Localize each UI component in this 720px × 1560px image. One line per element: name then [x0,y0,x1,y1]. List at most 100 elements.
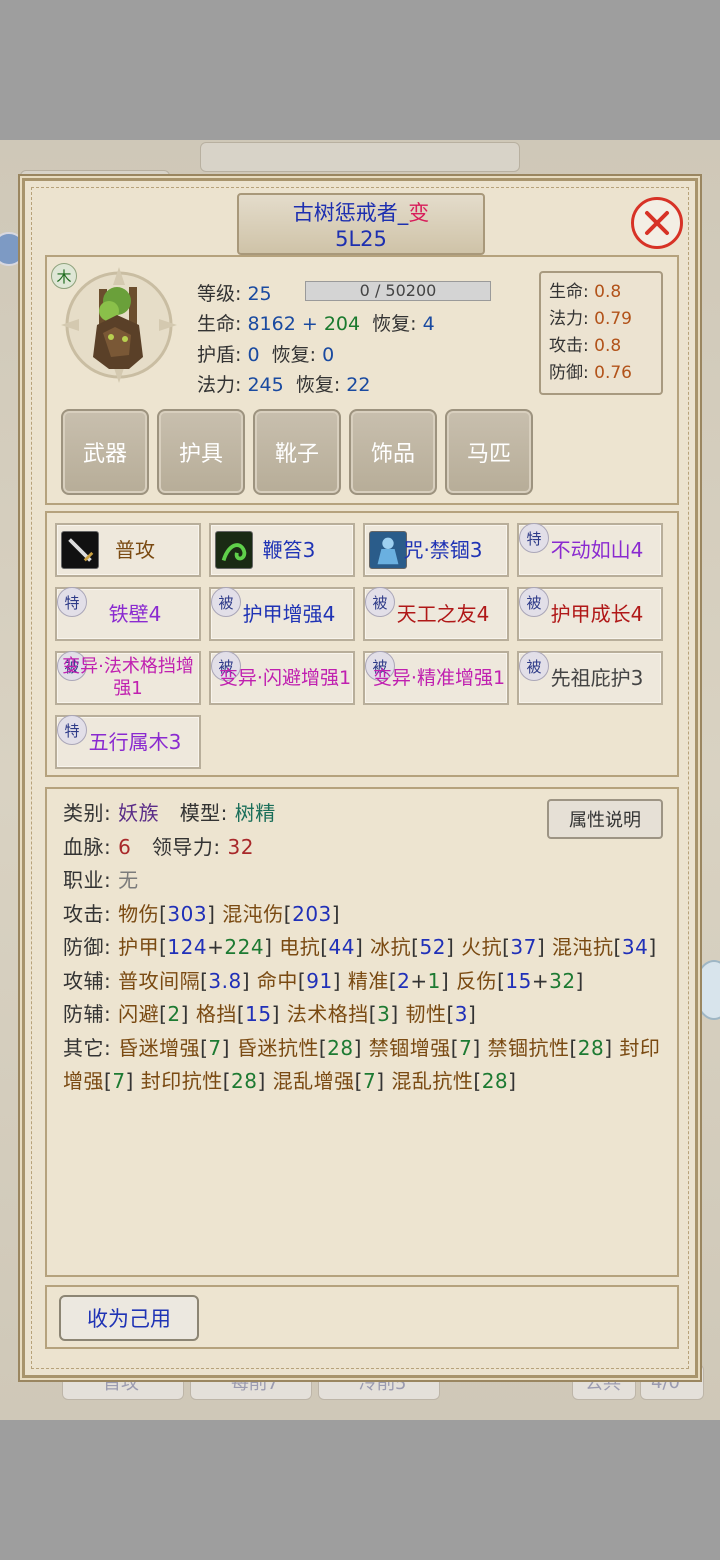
ratio-label: 防御: [549,363,589,383]
skill-label: 天工之友4 [396,602,490,626]
attr-line-defense: 防御: 护甲[124+224] 电抗[44] 冰抗[52] 火抗[37] 混沌抗… [63,935,657,959]
leadership-label: 领导力: [151,834,221,859]
skill-tag-badge: 特 [57,587,87,617]
attributes-box: 属性说明 类别: 妖族 模型: 树精 血脉: 6 领导力: 32 职业: 无 攻… [45,787,679,1277]
hp-regen-value: 4 [422,313,435,335]
exp-bar: 0 / 50200 [305,281,491,301]
skill-label: 鞭笞3 [262,538,316,562]
ratio-value: 0.76 [594,363,632,383]
skill-slot[interactable]: 被 变异·闪避增强1 [209,651,355,705]
equip-slot-armor[interactable]: 护具 [157,409,245,495]
job-value: 无 [118,868,139,892]
skill-slot[interactable]: 鞭笞3 [209,523,355,577]
ratio-value: 0.8 [594,282,622,302]
skill-slot[interactable]: 被 护甲增强4 [209,587,355,641]
skill-slot[interactable]: 特 铁壁4 [55,587,201,641]
hp-regen-label: 恢复: [372,313,417,335]
assist-attack-label: 攻辅: [63,968,112,993]
ratio-label: 法力: [549,309,589,329]
other-label: 其它: [63,1035,112,1060]
skill-slot[interactable]: 特 五行属木3 [55,715,201,769]
pet-portrait[interactable] [59,265,179,385]
skill-label: 不动如山4 [550,538,644,562]
skill-label: 先祖庇护3 [550,666,644,690]
ratio-label: 生命: [549,282,589,302]
shield-regen-label: 恢复: [271,344,317,366]
skill-slot[interactable]: 被 变异·法术格挡增强1 [55,651,201,705]
shield-regen-value: 0 [322,344,335,366]
shield-row: 护盾: 0 恢复: 0 [197,340,334,367]
job-label: 职业: [63,868,112,892]
attr-line-job: 职业: 无 [63,864,667,898]
growth-ratio-box: 生命: 0.8 法力: 0.79 攻击: 0.8 防御: 0.76 [539,271,663,395]
pet-level-code: 5L25 [335,227,387,251]
level-value: 25 [247,283,272,305]
defense-label: 防御: [63,935,112,959]
attributes-text: 类别: 妖族 模型: 树精 血脉: 6 领导力: 32 职业: 无 攻击: 物伤… [63,797,667,1099]
pet-name: 古树惩戒者_变 [239,199,483,227]
tree-monster-icon [61,267,177,383]
level-label: 等级: [197,283,242,305]
hp-base: 8162 [247,313,296,335]
attr-line-assist-defense: 防辅: 闪避[2] 格挡[15] 法术格挡[3] 韧性[3] [63,1002,477,1026]
sword-icon [61,531,99,569]
skill-label: 变异·法术格挡增强1 [62,656,194,699]
equip-slot-mount[interactable]: 马匹 [445,409,533,495]
level-row: 等级: 25 [197,279,272,306]
mp-value: 245 [247,374,284,396]
skill-slot[interactable]: 被 护甲成长4 [517,587,663,641]
mp-row: 法力: 245 恢复: 22 [197,370,370,397]
pet-name-text: 古树惩戒者_ [292,201,409,225]
vine-whip-icon [215,531,253,569]
hp-bonus: 204 [323,313,361,335]
skill-label: 护甲增强4 [242,602,336,626]
hp-row: 生命: 8162 + 204 恢复: 4 [197,309,435,336]
shield-label: 护盾: [197,344,242,366]
skill-label: 普攻 [115,538,155,562]
attr-line-category: 类别: 妖族 模型: 树精 [63,797,667,831]
skill-slot[interactable]: 被 先祖庇护3 [517,651,663,705]
close-button[interactable] [631,197,683,249]
attr-line-bloodline: 血脉: 6 领导力: 32 [63,831,667,865]
attr-line-assist-attack: 攻辅: 普攻间隔[3.8] 命中[91] 精准[2+1] 反伤[15+32] [63,968,584,993]
hp-plus: + [295,313,324,335]
ratio-label: 攻击: [549,336,589,356]
bloodline-label: 血脉: [63,834,112,859]
skill-label: 变异·精准增强1 [372,667,506,689]
pet-detail-panel: 古树惩戒者_变 5L25 木 等级: 25 0 / 50200 生命: 8162… [22,178,698,1378]
skill-slot[interactable]: 被 变异·精准增强1 [363,651,509,705]
bg-tab [200,142,520,172]
skill-slot[interactable]: 被 天工之友4 [363,587,509,641]
bloodline-value: 6 [118,834,132,859]
equip-slot-accessory[interactable]: 饰品 [349,409,437,495]
skill-slot[interactable]: 咒·禁锢3 [363,523,509,577]
leadership-value: 32 [227,834,254,859]
action-box: 收为己用 [45,1285,679,1349]
category-value: 妖族 [118,801,160,825]
category-label: 类别: [63,801,112,825]
skill-slot[interactable]: 普攻 [55,523,201,577]
attr-line-attack: 攻击: 物伤[303] 混沌伤[203] [63,901,341,926]
skill-label: 咒·禁锢3 [403,538,483,562]
skill-slot[interactable]: 特 不动如山4 [517,523,663,577]
equip-slot-weapon[interactable]: 武器 [61,409,149,495]
mp-regen-label: 恢复: [295,374,341,396]
close-icon [645,211,669,235]
title-plate: 古树惩戒者_变 5L25 [237,193,485,255]
claim-pet-button[interactable]: 收为己用 [59,1295,199,1341]
equip-slot-boots[interactable]: 靴子 [253,409,341,495]
ratio-value: 0.79 [594,309,632,329]
ratio-row: 攻击: 0.8 [549,333,661,360]
attr-line-other: 其它: 昏迷增强[7] 昏迷抗性[28] 禁锢增强[7] 禁锢抗性[28] 封印… [63,1035,661,1094]
attack-label: 攻击: [63,901,112,926]
assist-defense-label: 防辅: [63,1002,112,1026]
skills-box: 普攻 鞭笞3 咒·禁锢3 特 不动如山4 特 铁壁4 被 护甲增强4 被 天工之… [45,511,679,777]
skill-label: 变异·闪避增强1 [218,667,352,689]
ratio-row: 法力: 0.79 [549,306,661,333]
mp-regen-value: 22 [346,374,371,396]
model-label: 模型: [179,801,228,825]
ratio-value: 0.8 [594,336,622,356]
nav-bar-area [0,1420,720,1560]
skill-label: 护甲成长4 [550,602,644,626]
status-bar-area [0,0,720,140]
